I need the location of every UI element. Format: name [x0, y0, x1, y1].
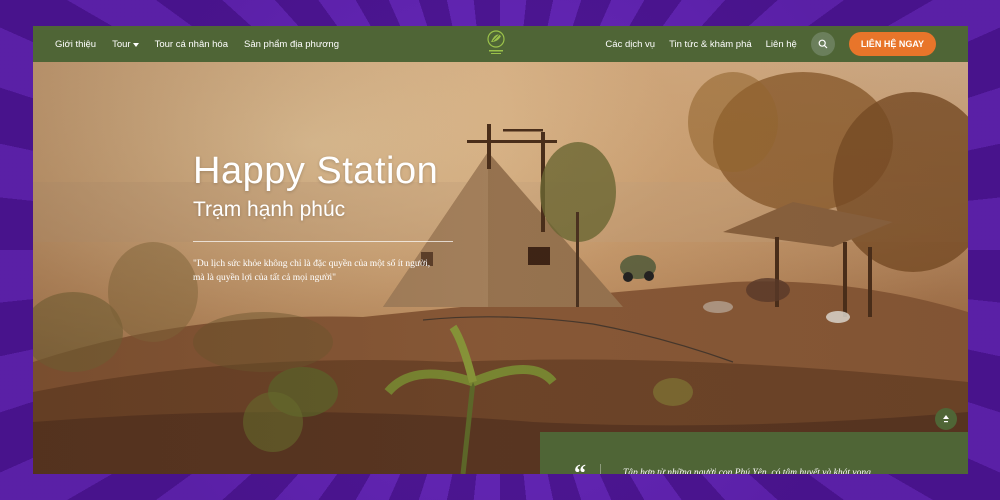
hero-banner: Happy Station Trạm hạnh phúc "Du lịch sứ…	[33, 62, 968, 474]
nav-tour-ca-nhan-hoa[interactable]: Tour cá nhân hóa	[155, 39, 228, 50]
nav-right-group: Các dịch vụ Tin tức & khám phá Liên hệ L…	[605, 26, 936, 62]
leaf-logo-icon	[487, 30, 505, 54]
testimonial-box: “ Tập hợp từ những người con Phú Yên, có…	[540, 432, 968, 474]
hero-subtitle: Trạm hạnh phúc	[193, 198, 346, 221]
contact-now-button[interactable]: LIÊN HỆ NGAY	[848, 32, 936, 56]
hero-title: Happy Station	[193, 150, 439, 192]
quote-divider	[600, 464, 601, 474]
nav-tin-tuc-kham-pha[interactable]: Tin tức & khám phá	[669, 39, 752, 50]
search-icon	[818, 39, 828, 49]
nav-san-pham-dia-phuong[interactable]: Sản phẩm địa phương	[244, 39, 339, 50]
nav-tour[interactable]: Tour	[112, 38, 139, 50]
quote-mark-icon: “	[574, 461, 586, 474]
nav-cac-dich-vu[interactable]: Các dịch vụ	[605, 39, 655, 50]
nav-left-group: Giới thiệu Tour Tour cá nhân hóa Sản phẩ…	[55, 26, 339, 62]
nav-gioi-thieu[interactable]: Giới thiệu	[55, 39, 96, 50]
testimonial-text: Tập hợp từ những người con Phú Yên, có t…	[623, 468, 871, 474]
website-screenshot-frame: Giới thiệu Tour Tour cá nhân hóa Sản phẩ…	[33, 26, 968, 474]
chevron-down-icon	[132, 42, 139, 47]
hero-overlay	[33, 62, 968, 474]
hero-quote-line-1: "Du lịch sức khỏe không chỉ là đặc quyền…	[193, 259, 431, 269]
scroll-to-top-button[interactable]	[935, 408, 957, 430]
arrow-up-icon	[943, 415, 949, 423]
hero-divider	[193, 241, 453, 242]
top-navbar: Giới thiệu Tour Tour cá nhân hóa Sản phẩ…	[33, 26, 968, 62]
nav-lien-he[interactable]: Liên hệ	[766, 39, 797, 50]
hero-quote: "Du lịch sức khỏe không chỉ là đặc quyền…	[193, 257, 463, 285]
search-button[interactable]	[810, 32, 835, 56]
site-logo[interactable]	[483, 28, 509, 58]
hero-quote-line-2: mà là quyền lợi của tất cả mọi người"	[193, 273, 337, 283]
nav-tour-label: Tour	[112, 38, 131, 50]
